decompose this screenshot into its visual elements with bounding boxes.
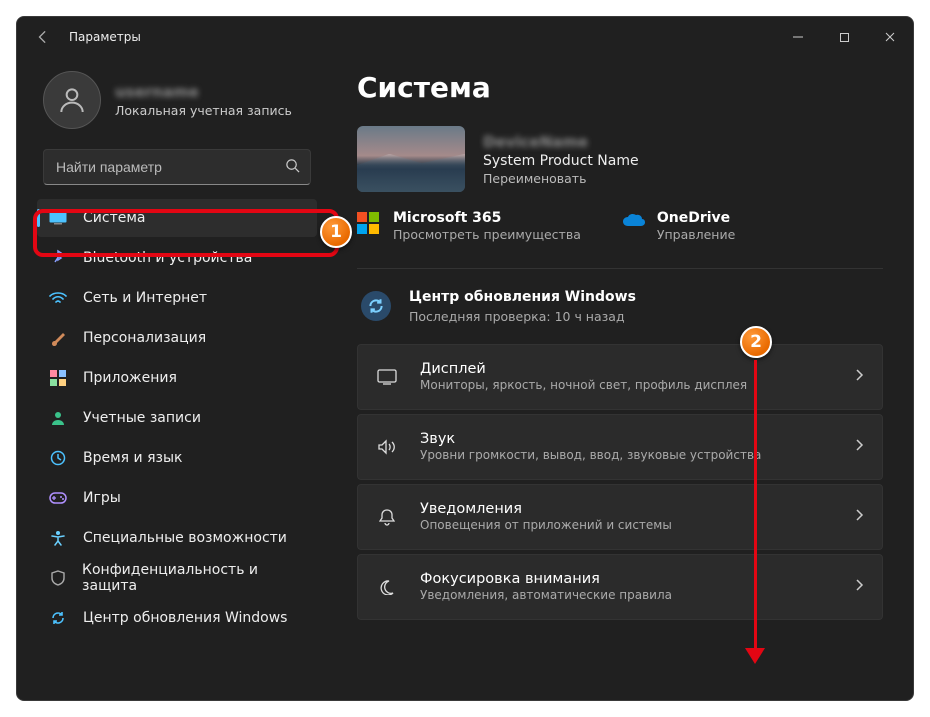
update-badge-icon [361,291,391,321]
device-rename-link[interactable]: Переименовать [483,171,639,186]
device-product-name: System Product Name [483,153,639,169]
setting-subtitle: Мониторы, яркость, ночной свет, профиль … [420,378,747,392]
nav-item-accessibility[interactable]: Специальные возможности [37,519,317,557]
shield-icon [49,569,66,587]
search-input[interactable] [56,159,285,175]
setting-title: Дисплей [420,361,747,377]
arrow-left-icon [36,30,50,44]
device-name: DeviceName [483,133,639,151]
chevron-right-icon [855,437,864,456]
sound-icon [376,439,398,455]
nav-item-bluetooth[interactable]: Bluetooth и устройства [37,239,317,277]
clock-globe-icon [49,449,67,467]
setting-title: Звук [420,431,761,447]
promo-title: OneDrive [657,210,735,226]
close-icon [884,31,896,43]
bell-icon [376,508,398,526]
nav-item-time-language[interactable]: Время и язык [37,439,317,477]
settings-list: Дисплей Мониторы, яркость, ночной свет, … [357,344,883,620]
titlebar: Параметры [17,17,913,57]
nav-item-privacy[interactable]: Конфиденциальность и защита [37,559,317,597]
minimize-icon [792,31,804,43]
profile-account-type: Локальная учетная запись [115,103,292,118]
chevron-right-icon [855,367,864,386]
nav-label: Центр обновления Windows [83,610,287,626]
bluetooth-icon [49,249,67,267]
setting-focus-assist[interactable]: Фокусировка внимания Уведомления, автома… [357,554,883,620]
close-button[interactable] [867,17,913,57]
minimize-button[interactable] [775,17,821,57]
nav-label: Конфиденциальность и защита [82,562,305,594]
wifi-icon [49,289,67,307]
setting-title: Уведомления [420,501,672,517]
search-icon [285,158,300,177]
nav-label: Приложения [83,370,177,386]
nav-item-personalization[interactable]: Персонализация [37,319,317,357]
system-icon [49,209,67,227]
main-content: Система DeviceName System Product Name П… [329,57,913,700]
nav-label: Учетные записи [83,410,201,426]
setting-subtitle: Уровни громкости, вывод, ввод, звуковые … [420,448,761,462]
window-controls [775,17,913,57]
profile-username: username [115,83,292,101]
avatar [43,71,101,129]
promo-subtitle: Просмотреть преимущества [393,227,581,242]
nav-item-system[interactable]: Система [37,199,317,237]
nav-label: Система [83,210,145,226]
setting-display[interactable]: Дисплей Мониторы, яркость, ночной свет, … [357,344,883,410]
search-box[interactable] [43,149,311,185]
nav-label: Bluetooth и устройства [83,250,252,266]
onedrive-icon [621,212,645,236]
update-icon [49,609,67,627]
divider [357,268,883,269]
update-title: Центр обновления Windows [409,289,636,306]
update-subtitle: Последняя проверка: 10 ч назад [409,309,636,324]
device-summary[interactable]: DeviceName System Product Name Переимено… [357,126,883,192]
brush-icon [49,329,67,347]
nav-list: Система Bluetooth и устройства Сеть и Ин… [37,199,317,637]
maximize-button[interactable] [821,17,867,57]
account-icon [49,409,67,427]
nav-label: Специальные возможности [83,530,287,546]
nav-item-network[interactable]: Сеть и Интернет [37,279,317,317]
setting-notifications[interactable]: Уведомления Оповещения от приложений и с… [357,484,883,550]
nav-item-gaming[interactable]: Игры [37,479,317,517]
promo-title: Microsoft 365 [393,210,581,226]
page-title: Система [357,71,883,104]
display-icon [376,369,398,385]
setting-subtitle: Оповещения от приложений и системы [420,518,672,532]
settings-window: Параметры username Локальная учетная зап… [16,16,914,701]
maximize-icon [839,32,850,43]
ms365-icon [357,212,381,236]
moon-icon [376,579,398,595]
setting-title: Фокусировка внимания [420,571,672,587]
chevron-right-icon [855,577,864,596]
nav-item-windows-update[interactable]: Центр обновления Windows [37,599,317,637]
back-button[interactable] [29,23,57,51]
promo-onedrive[interactable]: OneDrive Управление [621,210,735,242]
chevron-right-icon [855,507,864,526]
setting-subtitle: Уведомления, автоматические правила [420,588,672,602]
nav-label: Сеть и Интернет [83,290,207,306]
nav-label: Время и язык [83,450,182,466]
windows-update-summary[interactable]: Центр обновления Windows Последняя прове… [357,281,883,344]
sidebar: username Локальная учетная запись Систем… [17,57,329,700]
gamepad-icon [49,489,67,507]
window-title: Параметры [69,30,141,44]
profile-block[interactable]: username Локальная учетная запись [43,71,317,129]
apps-icon [49,369,67,387]
promo-row: Microsoft 365 Просмотреть преимущества O… [357,210,883,242]
nav-item-accounts[interactable]: Учетные записи [37,399,317,437]
nav-label: Игры [83,490,121,506]
nav-item-apps[interactable]: Приложения [37,359,317,397]
promo-subtitle: Управление [657,227,735,242]
accessibility-icon [49,529,67,547]
promo-ms365[interactable]: Microsoft 365 Просмотреть преимущества [357,210,581,242]
setting-sound[interactable]: Звук Уровни громкости, вывод, ввод, звук… [357,414,883,480]
device-thumbnail [357,126,465,192]
nav-label: Персонализация [83,330,206,346]
person-icon [56,84,88,116]
